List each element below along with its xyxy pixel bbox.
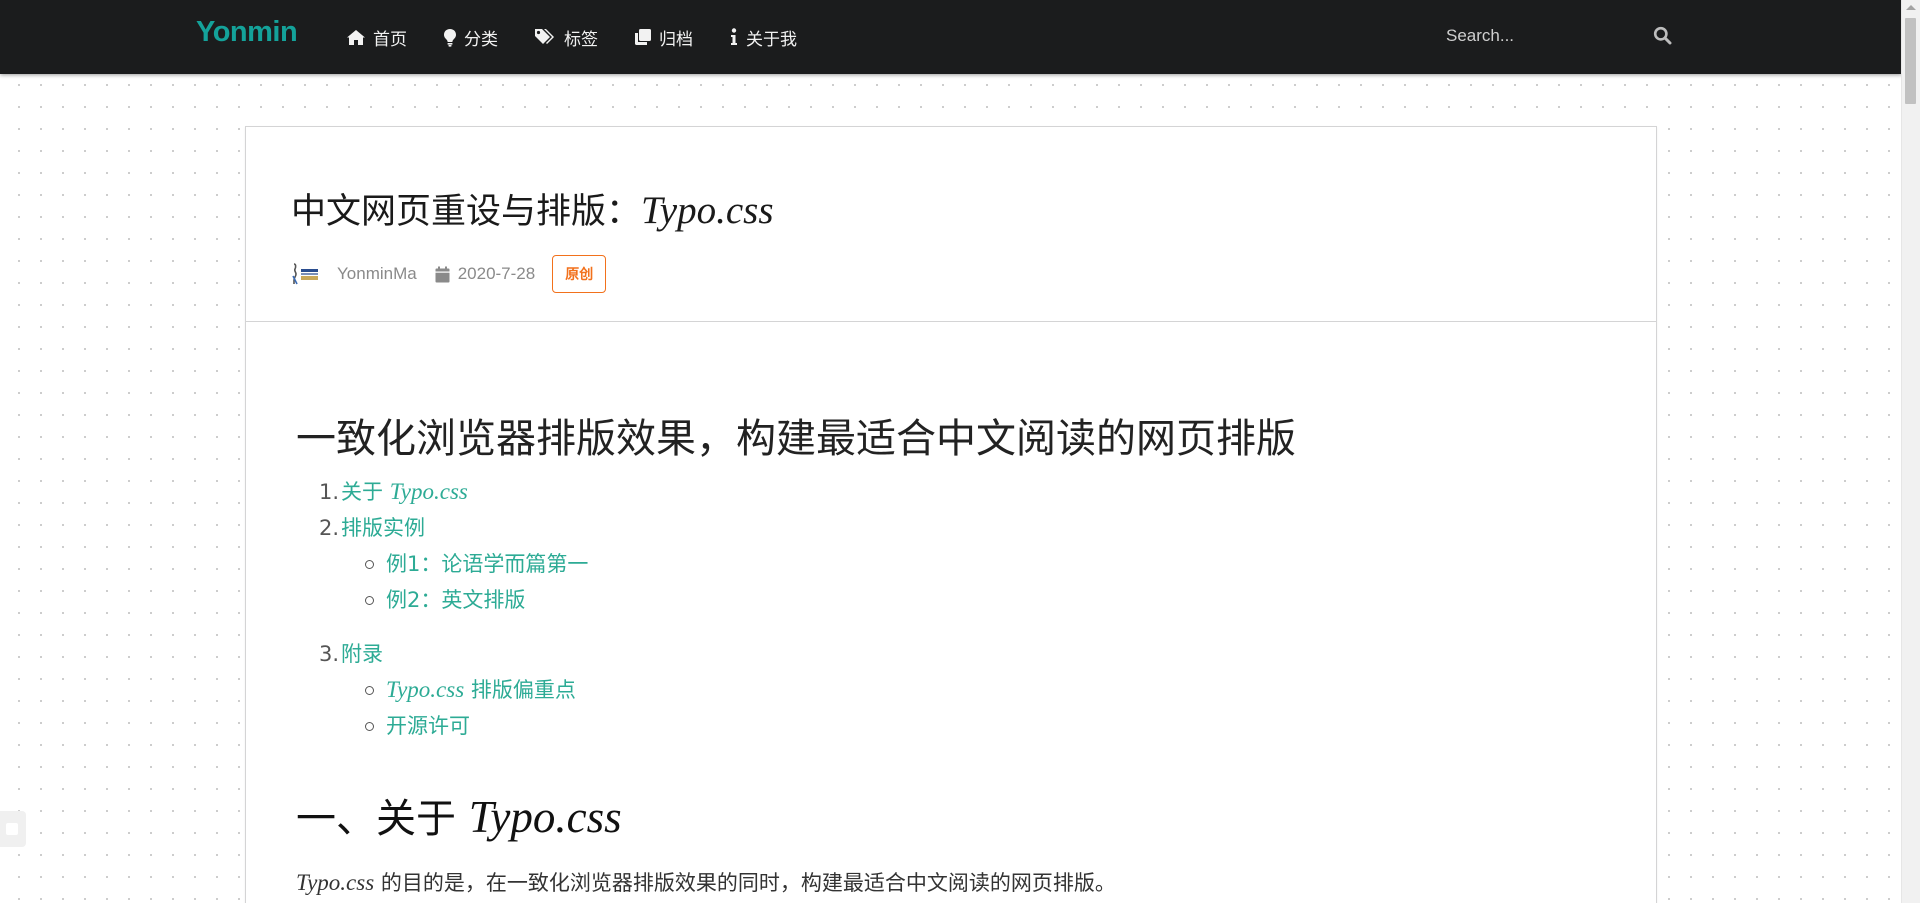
toc-number: 1. <box>318 480 339 504</box>
nav-menu: 首页 分类 标签 归档 关于我 <box>346 0 815 74</box>
circle-bullet-icon <box>365 596 374 605</box>
toc-link-license[interactable]: 开源许可 <box>386 714 470 738</box>
section-heading-text: 一、关于 <box>296 796 469 842</box>
circle-bullet-icon <box>365 722 374 731</box>
post-title: 中文网页重设与排版：Typo.css <box>291 183 774 234</box>
post-meta: YonminMa 2020-7-28 原创 <box>291 255 607 293</box>
paragraph-typo: Typo.css <box>296 870 375 895</box>
nav-item-categories[interactable]: 分类 <box>425 0 516 74</box>
content-heading-main: 一致化浏览器排版效果，构建最适合中文阅读的网页排版 <box>296 416 1296 462</box>
toc-link-text: 关于 <box>341 480 390 504</box>
toc-link-example-2[interactable]: 例2：英文排版 <box>386 588 525 612</box>
nav-item-archive[interactable]: 归档 <box>616 0 711 74</box>
toc-link-typo-focus[interactable]: Typo.css 排版偏重点 <box>386 677 576 703</box>
toc-number: 3. <box>318 642 339 666</box>
article-header: 中文网页重设与排版：Typo.css YonminMa 2020-7-28 原创 <box>246 127 1656 322</box>
post-date: 2020-7-28 <box>457 264 536 283</box>
nav-item-label: 标签 <box>564 29 598 49</box>
toc-subitem: 例1：论语学而篇第一 <box>365 552 588 576</box>
toc-subitem: Typo.css 排版偏重点 <box>365 677 576 703</box>
lightbulb-icon <box>444 28 456 47</box>
search-box <box>1432 16 1686 56</box>
toc-link-text: 排版偏重点 <box>464 678 576 702</box>
tags-icon <box>535 29 554 44</box>
author-avatar[interactable] <box>291 262 321 286</box>
clone-icon <box>635 29 651 45</box>
info-icon <box>731 28 737 45</box>
square-icon <box>6 823 18 835</box>
nav-item-label: 归档 <box>659 29 693 49</box>
nav-item-label: 关于我 <box>746 29 797 49</box>
section-heading-about: 一、关于 Typo.css <box>296 786 622 844</box>
section-heading-typo: Typo.css <box>468 792 622 842</box>
toc-subitem: 开源许可 <box>365 714 470 738</box>
nav-item-tags[interactable]: 标签 <box>516 0 616 74</box>
toc-item-2: 2. 排版实例 <box>319 516 425 540</box>
nav-item-label: 分类 <box>464 29 498 49</box>
original-badge: 原创 <box>552 255 607 293</box>
nav-item-home[interactable]: 首页 <box>346 0 425 74</box>
post-author[interactable]: YonminMa <box>337 264 417 284</box>
toc-subitem: 例2：英文排版 <box>365 588 525 612</box>
toc-number: 2. <box>318 516 339 540</box>
toc-item-3: 3. 附录 <box>319 642 383 666</box>
calendar-icon <box>435 266 450 282</box>
toc-link-appendix[interactable]: 附录 <box>341 642 383 666</box>
toc-link-example-1[interactable]: 例1：论语学而篇第一 <box>386 552 588 576</box>
circle-bullet-icon <box>365 560 374 569</box>
search-icon[interactable] <box>1653 26 1672 45</box>
intro-paragraph: Typo.css 的目的是，在一致化浏览器排版效果的同时，构建最适合中文阅读的网… <box>296 867 1116 897</box>
search-input[interactable] <box>1432 18 1668 54</box>
toc-link-typo: Typo.css <box>386 677 465 702</box>
article-card: 中文网页重设与排版：Typo.css YonminMa 2020-7-28 原创… <box>245 126 1657 903</box>
post-title-typo: Typo.css <box>641 189 774 232</box>
side-toggle-widget[interactable] <box>0 811 26 847</box>
paragraph-text: 的目的是，在一致化浏览器排版效果的同时，构建最适合中文阅读的网页排版。 <box>374 871 1116 895</box>
page-scrollbar[interactable] <box>1901 0 1920 903</box>
circle-bullet-icon <box>365 686 374 695</box>
scrollbar-thumb[interactable] <box>1905 18 1916 104</box>
post-title-text: 中文网页重设与排版： <box>291 192 642 232</box>
toc-item-1: 1. 关于 Typo.css <box>319 479 468 505</box>
brand-logo[interactable]: Yonmin <box>196 16 298 49</box>
home-icon <box>347 29 365 45</box>
top-navbar: Yonmin 首页 分类 标签 归档 关于我 Search... <box>0 0 1902 74</box>
nav-item-label: 首页 <box>373 29 407 49</box>
toc-link-typo: Typo.css <box>389 479 468 504</box>
nav-item-about[interactable]: 关于我 <box>711 0 815 74</box>
toc-link-about-typo[interactable]: 关于 Typo.css <box>341 479 468 505</box>
toc-link-examples[interactable]: 排版实例 <box>341 516 425 540</box>
scroll-up-arrow-icon[interactable] <box>1906 5 1916 10</box>
